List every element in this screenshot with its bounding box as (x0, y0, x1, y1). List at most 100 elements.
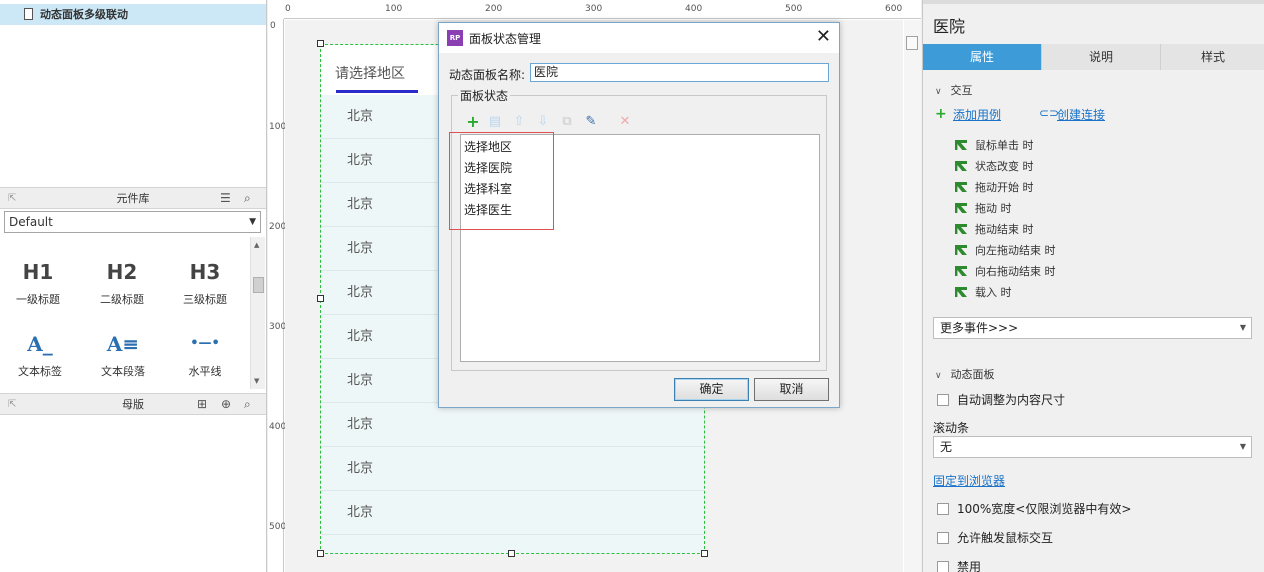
event-item[interactable]: 状态改变 时 (955, 158, 1034, 174)
checkbox[interactable] (937, 532, 949, 544)
ok-button[interactable]: 确定 (674, 378, 749, 401)
scroll-up-icon[interactable]: ▲ (254, 241, 259, 249)
scroll-thumb[interactable] (253, 277, 264, 293)
add-case-link[interactable]: 添加用例 (953, 106, 1001, 123)
disabled-label: 禁用 (957, 560, 982, 572)
ruler-label: 600 (885, 4, 903, 14)
edit-all-icon[interactable]: ✎ (582, 113, 600, 131)
state-item[interactable]: 选择医院 (464, 159, 512, 176)
add-icon[interactable]: + (464, 113, 482, 131)
search-icon[interactable]: ⌕ (244, 394, 251, 415)
auto-fit-checkbox[interactable]: 自动调整为内容尺寸 (937, 391, 1065, 408)
checkbox[interactable] (937, 394, 949, 406)
inspector-topbar (923, 0, 1264, 4)
page-name: 动态面板多级联动 (40, 8, 128, 21)
scroll-thumb[interactable] (906, 36, 918, 50)
pin-icon[interactable]: ⇱ (8, 188, 16, 209)
search-icon[interactable]: ⌕ (244, 188, 251, 209)
list-item[interactable]: 北京 (321, 491, 704, 535)
full-width-checkbox[interactable]: 100%宽度<仅限浏览器中有效> (937, 500, 1131, 517)
widget-h1[interactable]: H1 一级标题 (3, 257, 73, 307)
add-folder-icon[interactable]: ⊕ (221, 394, 231, 415)
move-up-icon[interactable]: ⇧ (510, 113, 528, 131)
widget-horizontal-line[interactable]: •—• 水平线 (170, 329, 240, 379)
checkbox[interactable] (937, 561, 949, 572)
list-item[interactable]: 北京 (321, 403, 704, 447)
state-item[interactable]: 选择医生 (464, 201, 512, 218)
event-item[interactable]: 载入 时 (955, 284, 1012, 300)
cancel-button[interactable]: 取消 (754, 378, 829, 401)
inspector-tabs: 属性 说明 样式 (923, 44, 1264, 70)
widget-name[interactable]: 医院 (933, 13, 965, 37)
region-tab[interactable]: 请选择地区 (335, 63, 405, 83)
tab-style[interactable]: 样式 (1161, 44, 1264, 70)
ruler-left: 0 100 200 300 400 500 (268, 19, 287, 572)
allow-mouse-checkbox[interactable]: 允许触发鼠标交互 (937, 529, 1053, 546)
tab-notes[interactable]: 说明 (1042, 44, 1161, 70)
disabled-checkbox[interactable]: 禁用 (937, 558, 981, 572)
widget-text-paragraph[interactable]: A≡ 文本段落 (88, 329, 158, 379)
pin-icon[interactable]: ⇱ (8, 394, 16, 415)
widget-text-label[interactable]: A_ 文本标签 (5, 329, 75, 379)
chevron-down-icon: ▼ (1239, 442, 1246, 451)
ruler-label: 400 (685, 4, 703, 14)
page-tree-item[interactable]: 动态面板多级联动 (0, 4, 266, 25)
text-paragraph-icon: A≡ (106, 332, 140, 356)
delete-icon[interactable]: ✕ (616, 113, 634, 131)
widget-h2[interactable]: H2 二级标题 (87, 257, 157, 307)
menu-icon[interactable]: ☰ (220, 188, 231, 209)
state-item[interactable]: 选择科室 (464, 180, 512, 197)
tab-properties[interactable]: 属性 (923, 44, 1042, 70)
event-label: 鼠标单击 时 (975, 139, 1034, 152)
dynamic-panel-section-header[interactable]: ∨ 动态面板 (935, 366, 995, 382)
allow-mouse-label: 允许触发鼠标交互 (957, 531, 1054, 545)
more-events-value: 更多事件>>> (940, 321, 1019, 335)
resize-handle[interactable] (317, 295, 324, 302)
resize-handle[interactable] (508, 550, 515, 557)
close-icon[interactable]: ✕ (816, 26, 831, 47)
more-events-select[interactable]: 更多事件>>> ▼ (933, 317, 1252, 339)
duplicate-icon[interactable]: ▤ (486, 113, 504, 131)
library-select[interactable]: Default ▼ (4, 211, 261, 233)
masters-panel-header: ⇱ 母版 ⊞ ⊕ ⌕ (0, 393, 266, 415)
move-down-icon[interactable]: ⇩ (534, 113, 552, 131)
page-icon (24, 8, 33, 20)
dialog-title: 面板状态管理 (469, 32, 542, 46)
pin-to-browser-link[interactable]: 固定到浏览器 (933, 472, 1005, 489)
edit-state-icon[interactable]: ⧉ (558, 113, 576, 131)
widget-h3[interactable]: H3 三级标题 (170, 257, 240, 307)
widget-scrollbar[interactable]: ▲ ▼ (250, 237, 265, 389)
interaction-section-header[interactable]: ∨ 交互 (935, 82, 973, 98)
h2-icon: H2 (106, 260, 138, 284)
event-item[interactable]: 鼠标单击 时 (955, 137, 1034, 153)
create-link-link[interactable]: 创建连接 (1057, 106, 1105, 123)
event-item[interactable]: 拖动开始 时 (955, 179, 1034, 195)
ruler-label: 100 (269, 122, 287, 132)
resize-handle[interactable] (701, 550, 708, 557)
event-icon (955, 182, 967, 192)
event-item[interactable]: 拖动结束 时 (955, 221, 1034, 237)
add-master-icon[interactable]: ⊞ (197, 394, 207, 415)
event-item[interactable]: 向右拖动结束 时 (955, 263, 1056, 279)
panel-name-input[interactable]: 医院 (530, 63, 829, 82)
h1-icon: H1 (22, 260, 54, 284)
resize-handle[interactable] (317, 550, 324, 557)
h3-icon: H3 (189, 260, 221, 284)
checkbox[interactable] (937, 503, 949, 515)
resize-handle[interactable] (317, 40, 324, 47)
ruler-top: 0 100 200 300 400 500 600 (284, 4, 921, 19)
state-item[interactable]: 选择地区 (464, 138, 512, 155)
scroll-down-icon[interactable]: ▼ (254, 377, 259, 385)
add-icon[interactable]: + (935, 106, 947, 122)
panel-state-dialog: RP 面板状态管理 ✕ 动态面板名称: 医院 面板状态 + ▤ ⇧ ⇩ ⧉ ✎ … (438, 22, 840, 408)
event-label: 向右拖动结束 时 (975, 265, 1056, 278)
list-item[interactable]: 北京 (321, 447, 704, 491)
event-item[interactable]: 拖动 时 (955, 200, 1012, 216)
canvas-scrollbar[interactable] (904, 20, 921, 572)
event-item[interactable]: 向左拖动结束 时 (955, 242, 1056, 258)
widget-grid: H1 一级标题 H2 二级标题 H3 三级标题 A_ 文本标签 A≡ 文本段落 … (0, 237, 250, 389)
ruler-label: 200 (269, 222, 287, 232)
scrollbar-select[interactable]: 无 ▼ (933, 436, 1252, 458)
event-label: 拖动结束 时 (975, 223, 1034, 236)
tab-underline (336, 90, 418, 93)
